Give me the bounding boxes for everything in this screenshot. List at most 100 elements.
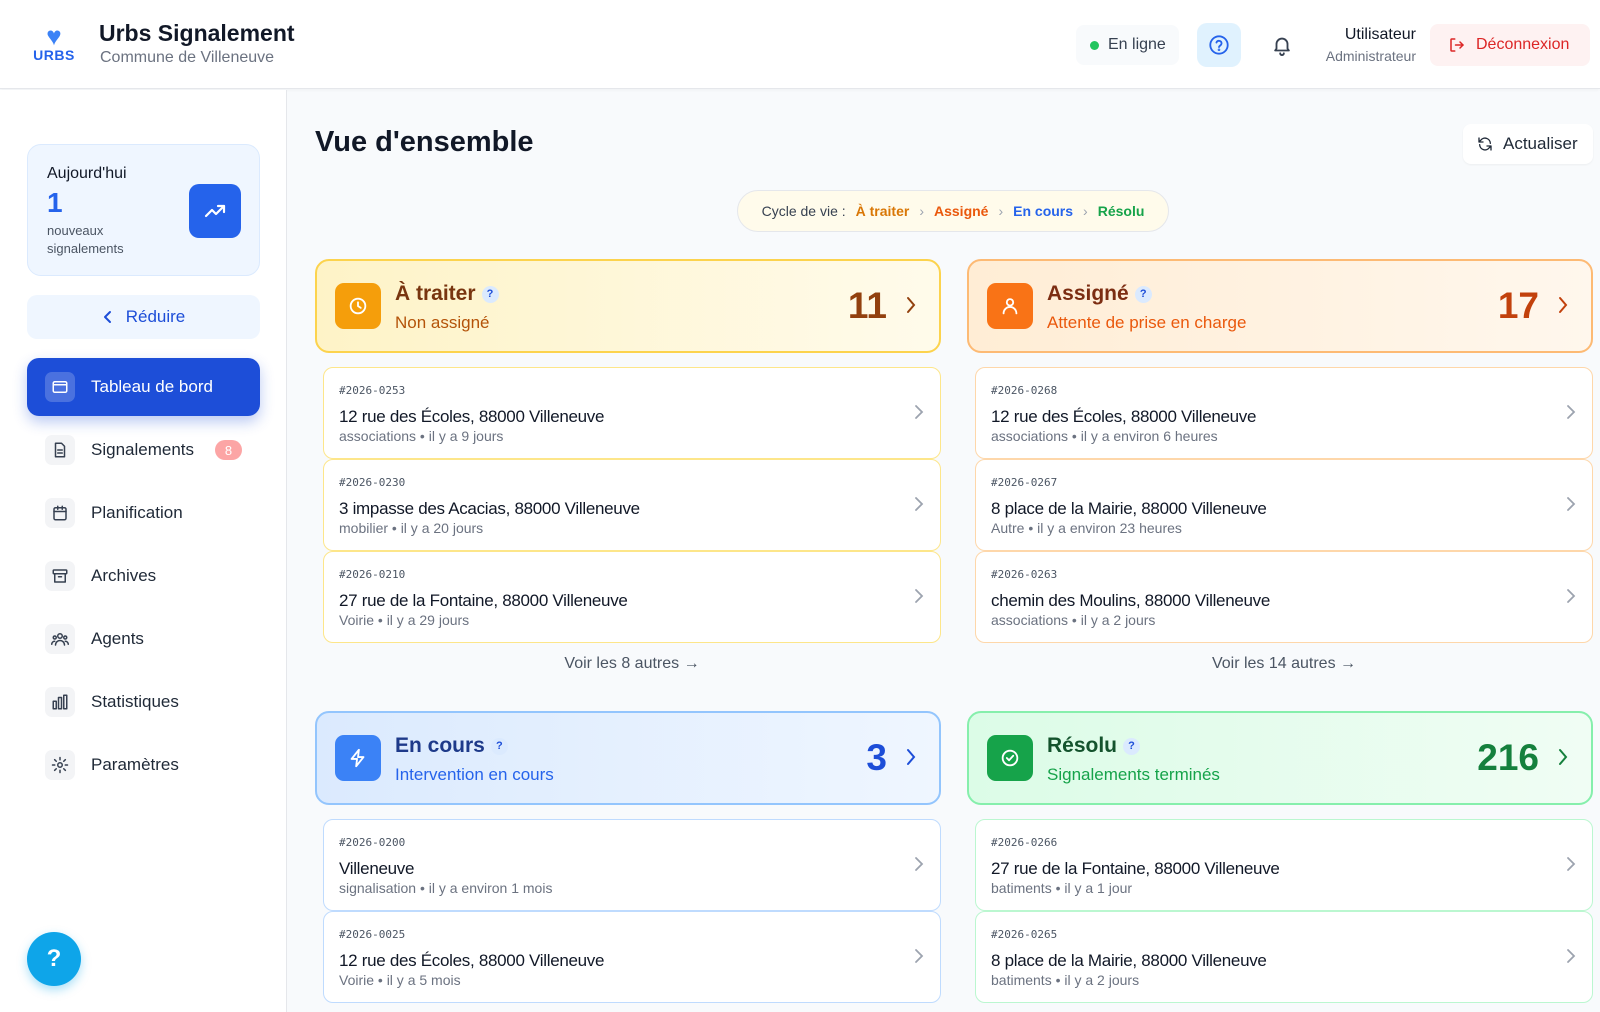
floating-help-button[interactable]: ?	[27, 932, 81, 986]
app-header: ♥ URBS Urbs Signalement Commune de Ville…	[0, 0, 1600, 89]
panel-items: #2026-0200 Villeneuve signalisation • il…	[315, 819, 941, 1003]
lifecycle-breadcrumb: Cycle de vie : À traiter › Assigné › En …	[737, 190, 1169, 232]
info-icon[interactable]: ?	[1134, 285, 1152, 303]
panel-title: Assigné	[1047, 282, 1129, 305]
item-meta: signalisation • il y a environ 1 mois	[339, 880, 553, 896]
sidebar-item-agents[interactable]: Agents	[27, 610, 260, 668]
logout-button[interactable]: Déconnexion	[1430, 24, 1590, 66]
gear-icon	[45, 750, 75, 780]
today-count: 1	[47, 187, 63, 218]
list-item[interactable]: #2026-0230 3 impasse des Acacias, 88000 …	[323, 459, 941, 551]
see-more-link[interactable]: Voir les 8 autres →	[315, 655, 941, 673]
chevron-right-icon	[1567, 949, 1576, 963]
sidebar-item-parametres[interactable]: Paramètres	[27, 736, 260, 794]
collapse-sidebar-button[interactable]: Réduire	[27, 295, 260, 339]
logout-icon	[1450, 38, 1464, 52]
see-more-link[interactable]: Voir les 14 autres →	[967, 655, 1593, 673]
app-title: Urbs Signalement	[99, 20, 295, 46]
item-address: 12 rue des Écoles, 88000 Villeneuve	[339, 951, 605, 970]
sidebar-item-label: Archives	[91, 566, 157, 585]
panel-title: En cours	[395, 734, 485, 757]
sidebar-item-label: Agents	[91, 629, 144, 648]
bar-chart-icon	[45, 687, 75, 717]
lightning-icon	[335, 735, 381, 781]
item-address: 27 rue de la Fontaine, 88000 Villeneuve	[339, 591, 628, 610]
list-item[interactable]: #2026-0266 27 rue de la Fontaine, 88000 …	[975, 819, 1593, 911]
panel-subtitle: Non assigné	[395, 313, 490, 332]
item-id: #2026-0265	[991, 928, 1058, 941]
panel-count: 3	[866, 737, 887, 778]
item-meta: mobilier • il y a 20 jours	[339, 520, 484, 536]
item-meta: batiments • il y a 1 jour	[991, 880, 1133, 896]
panel-title-wrap: En cours?	[395, 734, 508, 758]
archive-icon	[45, 561, 75, 591]
heart-icon: ♥	[46, 21, 62, 51]
list-item[interactable]: #2026-0268 12 rue des Écoles, 88000 Vill…	[975, 367, 1593, 459]
today-label: Aujourd'hui	[47, 165, 127, 182]
chevron-right-icon: ›	[998, 203, 1004, 219]
item-id: #2026-0230	[339, 476, 406, 489]
chevron-right-icon	[907, 297, 916, 313]
today-description: nouveaux signalements	[47, 223, 124, 256]
sidebar-nav: Tableau de bord Signalements 8 Planifica…	[27, 358, 260, 799]
list-item[interactable]: #2026-0200 Villeneuve signalisation • il…	[323, 819, 941, 911]
chevron-right-icon	[915, 589, 924, 603]
panel-subtitle: Attente de prise en charge	[1047, 313, 1247, 332]
panel-title: À traiter	[395, 282, 476, 305]
list-item[interactable]: #2026-0210 27 rue de la Fontaine, 88000 …	[323, 551, 941, 643]
item-meta: Voirie • il y a 29 jours	[339, 612, 470, 628]
info-icon[interactable]: ?	[1123, 737, 1141, 755]
info-icon[interactable]: ?	[481, 285, 499, 303]
calendar-icon	[45, 498, 75, 528]
item-id: #2026-0210	[339, 568, 406, 581]
item-address: 8 place de la Mairie, 88000 Villeneuve	[991, 951, 1267, 970]
sidebar-item-label: Paramètres	[91, 755, 179, 774]
bell-icon	[1274, 37, 1290, 56]
panel-count: 216	[1477, 737, 1539, 778]
panel-header-assigne[interactable]: Assigné? Attente de prise en charge 17	[967, 259, 1593, 353]
list-item[interactable]: #2026-0253 12 rue des Écoles, 88000 Vill…	[323, 367, 941, 459]
list-item[interactable]: #2026-0025 12 rue des Écoles, 88000 Vill…	[323, 911, 941, 1003]
lifecycle-step-en-cours: En cours	[1013, 203, 1074, 219]
notifications-button[interactable]	[1260, 23, 1304, 67]
panel-title: Résolu	[1047, 734, 1118, 757]
sidebar-item-archives[interactable]: Archives	[27, 547, 260, 605]
refresh-button[interactable]: Actualiser	[1463, 124, 1593, 164]
list-item[interactable]: #2026-0265 8 place de la Mairie, 88000 V…	[975, 911, 1593, 1003]
folder-icon	[45, 372, 75, 402]
sidebar-item-signalements[interactable]: Signalements 8	[27, 421, 260, 479]
user-icon	[987, 283, 1033, 329]
sidebar-item-label: Tableau de bord	[91, 377, 213, 396]
help-button[interactable]	[1197, 23, 1241, 67]
today-card: Aujourd'hui 1 nouveaux signalements	[27, 144, 260, 276]
signalements-count-badge: 8	[215, 440, 242, 460]
document-icon	[45, 435, 75, 465]
sidebar-item-statistiques[interactable]: Statistiques	[27, 673, 260, 731]
list-item[interactable]: #2026-0263 chemin des Moulins, 88000 Vil…	[975, 551, 1593, 643]
panel-header-a-traiter[interactable]: À traiter? Non assigné 11	[315, 259, 941, 353]
status-dot-icon	[1090, 40, 1099, 50]
sidebar-item-planification[interactable]: Planification	[27, 484, 260, 542]
lifecycle-step-a-traiter: À traiter	[855, 203, 910, 219]
status-label: En ligne	[1108, 36, 1166, 53]
app-logo[interactable]: ♥ URBS	[30, 21, 78, 66]
item-address: chemin des Moulins, 88000 Villeneuve	[991, 591, 1271, 610]
users-icon	[45, 624, 75, 654]
chevron-right-icon	[1559, 749, 1568, 765]
sidebar-item-dashboard[interactable]: Tableau de bord	[27, 358, 260, 416]
list-item[interactable]: #2026-0267 8 place de la Mairie, 88000 V…	[975, 459, 1593, 551]
item-meta: Autre • il y a environ 23 heures	[991, 520, 1182, 536]
info-icon[interactable]: ?	[490, 737, 508, 755]
item-id: #2026-0263	[991, 568, 1058, 581]
refresh-label: Actualiser	[1503, 134, 1578, 153]
panel-title-wrap: À traiter?	[395, 282, 499, 306]
user-name[interactable]: Utilisateur	[1345, 26, 1416, 44]
panel-header-en-cours[interactable]: En cours? Intervention en cours 3	[315, 711, 941, 805]
item-id: #2026-0025	[339, 928, 406, 941]
item-meta: batiments • il y a 2 jours	[991, 972, 1140, 988]
chevron-right-icon	[1559, 297, 1568, 313]
chevron-right-icon	[915, 857, 924, 871]
panel-items: #2026-0268 12 rue des Écoles, 88000 Vill…	[967, 367, 1593, 643]
user-role: Administrateur	[1325, 48, 1416, 64]
panel-header-resolu[interactable]: Résolu? Signalements terminés 216	[967, 711, 1593, 805]
